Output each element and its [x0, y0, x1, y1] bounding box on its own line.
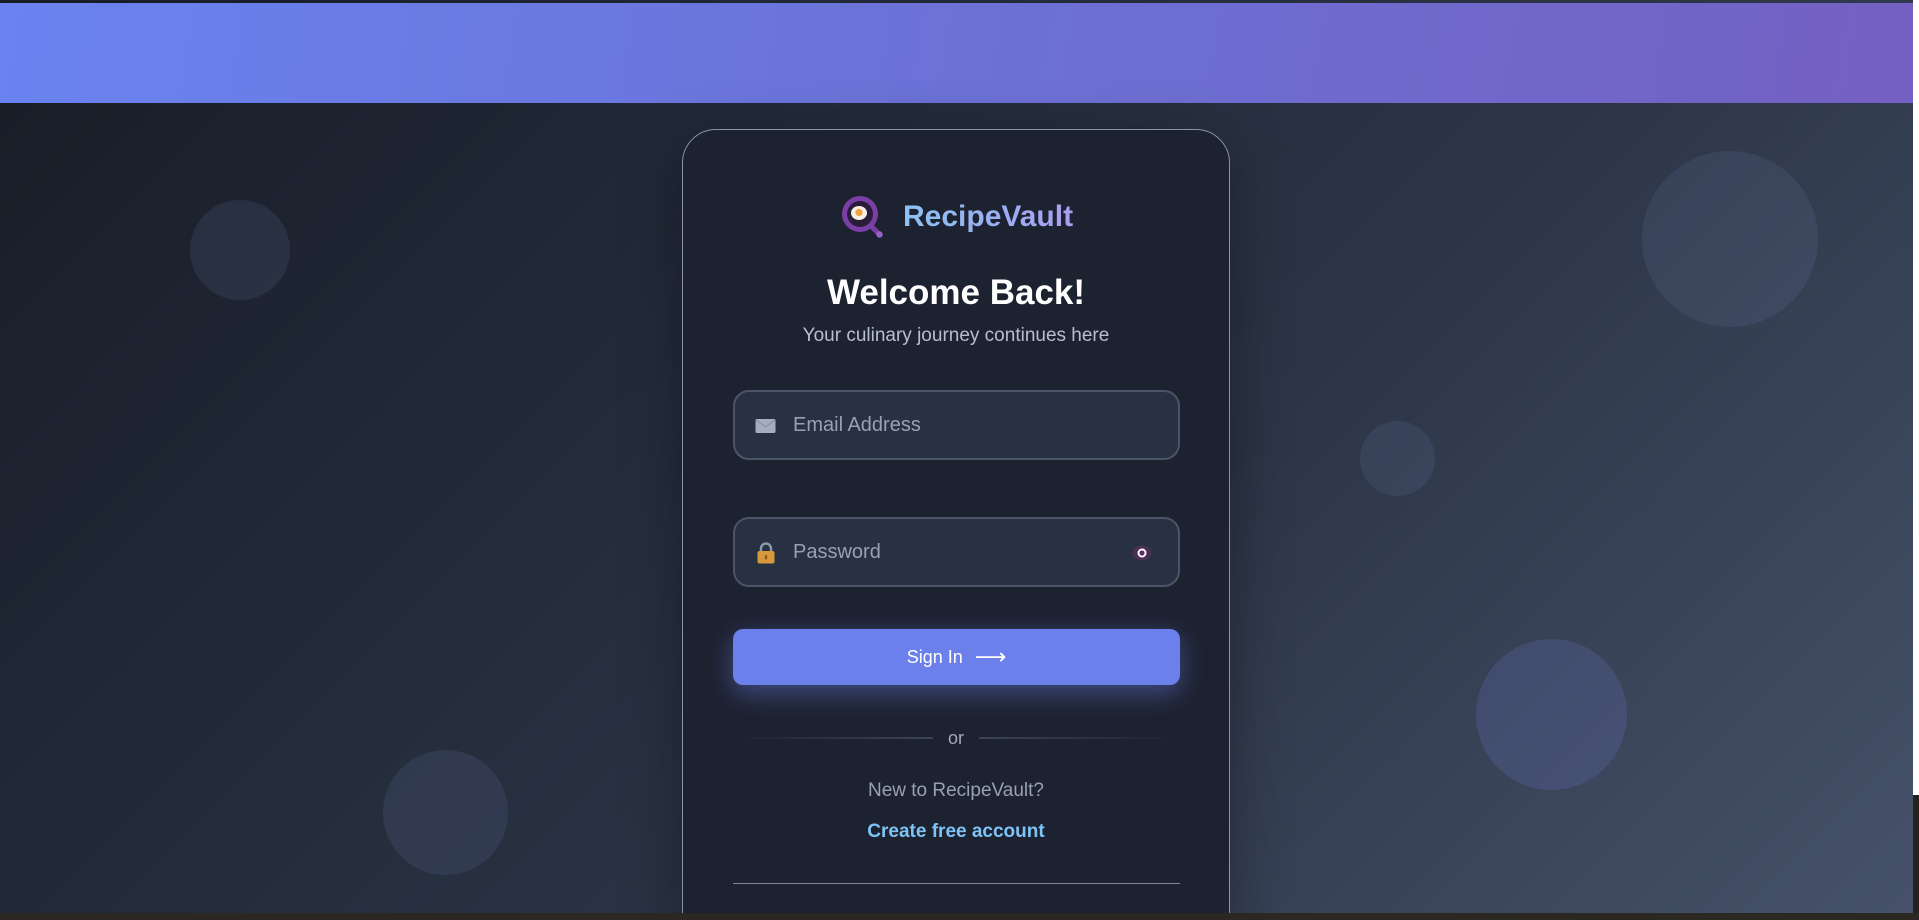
eye-icon[interactable] — [1132, 544, 1152, 562]
password-field[interactable] — [733, 517, 1180, 587]
divider-line-right — [979, 737, 1179, 739]
scrollbar-gutter-lower — [1913, 795, 1919, 920]
arrow-right-icon: ⟶ — [974, 644, 1007, 669]
email-input[interactable] — [793, 392, 1113, 458]
envelope-icon — [755, 419, 776, 433]
decorative-bubble — [1476, 639, 1627, 790]
brand-name: RecipeVault — [903, 194, 1073, 240]
scrollbar-gutter[interactable] — [1913, 0, 1919, 920]
signup-prompt: New to RecipeVault? — [867, 780, 1045, 801]
decorative-bubble — [1642, 151, 1818, 327]
page-background: RecipeVault Welcome Back! Your culinary … — [0, 0, 1913, 913]
create-account-link[interactable]: Create free account — [682, 820, 1230, 844]
password-input[interactable] — [793, 519, 1113, 585]
sign-in-button[interactable]: Sign In ⟶ — [733, 629, 1180, 685]
header-banner — [0, 3, 1913, 103]
brand: RecipeVault — [840, 194, 1073, 240]
window-bottom-edge — [0, 913, 1919, 920]
divider-label: or — [947, 728, 964, 748]
page-subtitle: Your culinary journey continues here — [802, 325, 1110, 346]
email-field[interactable] — [733, 390, 1180, 460]
decorative-bubble — [190, 200, 290, 300]
lock-icon — [757, 542, 775, 564]
decorative-bubble — [383, 750, 508, 875]
magnifier-fried-egg-icon — [842, 196, 883, 238]
sign-in-label: Sign In — [906, 646, 963, 667]
card-footer-divider — [733, 883, 1180, 884]
page-title: Welcome Back! — [826, 273, 1086, 312]
decorative-bubble — [1360, 421, 1435, 496]
divider-line-left — [733, 737, 933, 739]
